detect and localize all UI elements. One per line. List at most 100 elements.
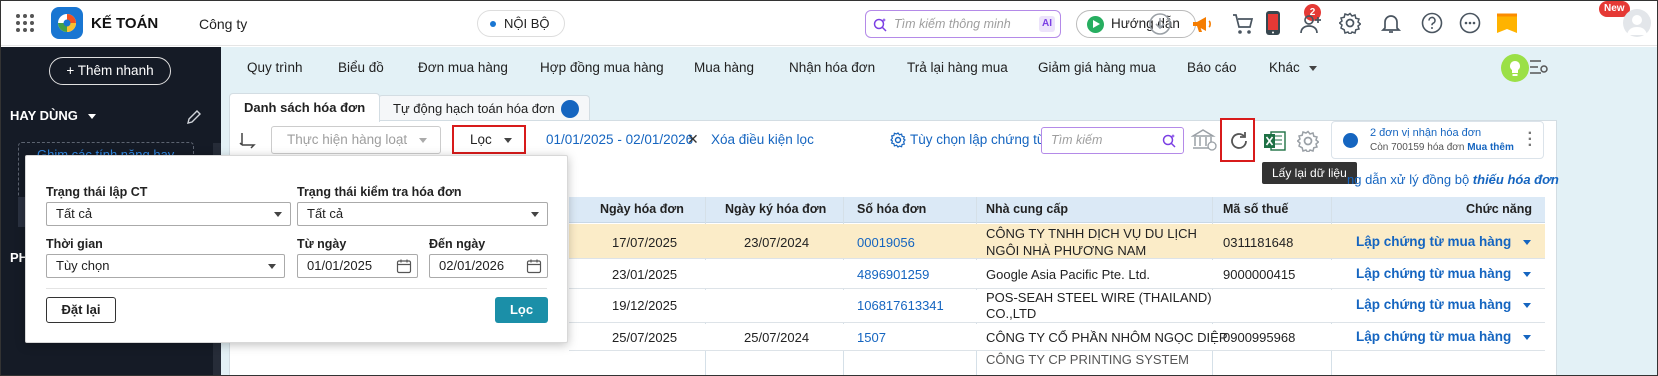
- scope-selector[interactable]: NỘI BỘ: [477, 10, 565, 37]
- time-value: Tùy chọn: [56, 258, 110, 273]
- status-check-select[interactable]: Tất cả: [297, 202, 548, 226]
- from-date-input[interactable]: 01/01/2025: [297, 254, 418, 278]
- mobile-app-icon[interactable]: [1265, 10, 1281, 36]
- ai-badge[interactable]: AI: [1039, 16, 1055, 32]
- chevron-down-icon[interactable]: [1523, 271, 1532, 277]
- download-icon[interactable]: [1148, 12, 1172, 36]
- nav-tra-lai-hang-mua[interactable]: Trả lại hàng mua: [907, 60, 1008, 75]
- create-voucher-button[interactable]: Lập chứng từ mua hàng: [1356, 234, 1532, 249]
- settings-icon[interactable]: [1339, 12, 1361, 34]
- chevron-down-icon: [1308, 65, 1317, 71]
- nav-bao-cao[interactable]: Báo cáo: [1187, 60, 1237, 75]
- cart-icon[interactable]: [1231, 12, 1255, 36]
- nav-khac-label: Khác: [1269, 60, 1300, 75]
- col-actions: Chức năng: [1466, 202, 1532, 216]
- clear-filter-link[interactable]: Xóa điều kiện lọc: [711, 132, 814, 147]
- edit-pencil-icon[interactable]: [186, 109, 202, 125]
- gear-icon[interactable]: [890, 132, 906, 148]
- more-apps-icon[interactable]: [1459, 12, 1481, 34]
- smart-search-input[interactable]: Tìm kiếm thông minh AI: [865, 10, 1061, 38]
- bulk-action-dropdown[interactable]: Thực hiện hàng loạt: [271, 126, 441, 154]
- app-launcher-icon[interactable]: [15, 13, 35, 33]
- invoice-number-link[interactable]: 106817613341: [857, 298, 944, 313]
- invoice-number-link[interactable]: 1507: [857, 330, 886, 345]
- status-ct-select[interactable]: Tất cả: [46, 202, 291, 226]
- col-sign-date[interactable]: Ngày ký hóa đơn: [725, 202, 826, 216]
- supplier-name-line2: NGÔI NHÀ PHƯƠNG NAM: [986, 243, 1147, 258]
- reset-button[interactable]: Đặt lại: [46, 297, 116, 323]
- bell-icon[interactable]: [1380, 12, 1402, 34]
- layout-settings-icon[interactable]: [1529, 58, 1549, 76]
- create-voucher-button[interactable]: Lập chứng từ mua hàng: [1356, 329, 1532, 344]
- tab-auto-accounting[interactable]: Tự động hạch toán hóa đơn: [378, 95, 590, 121]
- tab-invoice-list[interactable]: Danh sách hóa đơn: [229, 93, 381, 122]
- refresh-tooltip: Lấy lại dữ liệu: [1262, 162, 1357, 184]
- col-tax-code[interactable]: Mã số thuế: [1223, 202, 1288, 216]
- more-vertical-icon[interactable]: · · ·: [1528, 126, 1533, 154]
- voucher-options-link[interactable]: Tùy chọn lập chứng từ: [910, 132, 1046, 147]
- sort-icon[interactable]: [239, 132, 257, 150]
- chevron-down-icon: [87, 114, 96, 120]
- close-icon[interactable]: ✕: [687, 131, 699, 148]
- calendar-icon[interactable]: [526, 258, 542, 274]
- nav-nhan-hoa-don[interactable]: Nhận hóa đơn: [789, 60, 875, 75]
- invoice-number-link[interactable]: 4896901259: [857, 267, 929, 282]
- create-voucher-button[interactable]: Lập chứng từ mua hàng: [1356, 266, 1532, 281]
- supplier-name: POS-SEAH STEEL WIRE (THAILAND): [986, 290, 1212, 305]
- nav-khac[interactable]: Khác: [1269, 60, 1317, 75]
- robot-icon: [560, 100, 579, 118]
- excel-icon[interactable]: [1263, 130, 1287, 152]
- table-settings-icon[interactable]: [1297, 130, 1319, 152]
- refresh-button[interactable]: [1220, 118, 1255, 162]
- col-invoice-number[interactable]: Số hóa đơn: [857, 202, 926, 216]
- filter-button[interactable]: Lọc: [452, 125, 526, 154]
- chevron-down-icon[interactable]: [1523, 239, 1532, 245]
- invoice-date: 25/07/2025: [612, 330, 678, 345]
- gift-icon[interactable]: [1495, 11, 1519, 37]
- megaphone-icon[interactable]: [1190, 12, 1214, 36]
- buy-more-link[interactable]: Mua thêm: [1467, 142, 1514, 153]
- nav-giam-gia-hang-mua[interactable]: Giảm giá hàng mua: [1038, 60, 1156, 75]
- quota-units[interactable]: 2 đơn vị nhận hóa đơn: [1370, 127, 1481, 139]
- help-icon[interactable]: [1421, 12, 1443, 34]
- nav-hop-dong-mua-hang[interactable]: Hợp đồng mua hàng: [540, 60, 664, 75]
- nav-bieu-do[interactable]: Biểu đồ: [338, 60, 384, 75]
- refresh-icon: [1231, 132, 1247, 149]
- quick-add-button[interactable]: + Thêm nhanh: [49, 57, 171, 85]
- chevron-down-icon[interactable]: [1523, 334, 1532, 340]
- table-search-input[interactable]: Tìm kiếm: [1041, 127, 1184, 154]
- apply-filter-button[interactable]: Lọc: [495, 297, 548, 323]
- to-date-input[interactable]: 02/01/2026: [429, 254, 548, 278]
- favorites-section-title[interactable]: HAY DÙNG: [10, 108, 96, 123]
- nav-don-mua-hang[interactable]: Đơn mua hàng: [418, 60, 508, 75]
- chevron-down-icon[interactable]: [1523, 302, 1532, 308]
- invoice-number-link[interactable]: 00019056: [857, 235, 915, 250]
- supplier-name: CÔNG TY TNHH DỊCH VỤ DU LỊCH: [986, 226, 1197, 241]
- lightbulb-icon[interactable]: [1501, 54, 1529, 82]
- company-selector[interactable]: Công ty: [199, 16, 247, 32]
- date-range-chip[interactable]: 01/01/2025 - 02/01/2026: [546, 132, 693, 147]
- chevron-down-icon: [418, 137, 427, 143]
- tax-code: 0900995968: [1223, 330, 1296, 345]
- chevron-down-icon: [503, 137, 512, 143]
- col-invoice-date[interactable]: Ngày hóa đơn: [600, 202, 684, 216]
- col-supplier[interactable]: Nhà cung cấp: [986, 202, 1068, 216]
- bank-icon[interactable]: [1191, 128, 1217, 152]
- add-user-icon[interactable]: [1299, 12, 1323, 36]
- scope-label: NỘI BỘ: [504, 16, 550, 31]
- sync-guide-link[interactable]: ng dẫn xử lý đồng bộ thiếu hóa đơn: [1347, 172, 1559, 187]
- to-date-value: 02/01/2026: [439, 258, 505, 273]
- nav-mua-hang[interactable]: Mua hàng: [694, 60, 754, 75]
- sync-guide-text: ng dẫn xử lý đồng bộ: [1347, 172, 1473, 187]
- create-voucher-button[interactable]: Lập chứng từ mua hàng: [1356, 297, 1532, 312]
- table-search-placeholder: Tìm kiếm: [1051, 133, 1103, 147]
- sign-date: 23/07/2024: [744, 235, 810, 250]
- nav-quy-trinh[interactable]: Quy trình: [247, 60, 303, 75]
- status-ct-value: Tất cả: [56, 206, 93, 221]
- calendar-icon[interactable]: [396, 258, 412, 274]
- time-select[interactable]: Tùy chọn: [46, 254, 285, 278]
- plus-icon: +: [66, 63, 78, 78]
- avatar[interactable]: [1623, 9, 1651, 37]
- guide-button[interactable]: Hướng dẫn: [1076, 10, 1196, 38]
- divider: [46, 288, 547, 289]
